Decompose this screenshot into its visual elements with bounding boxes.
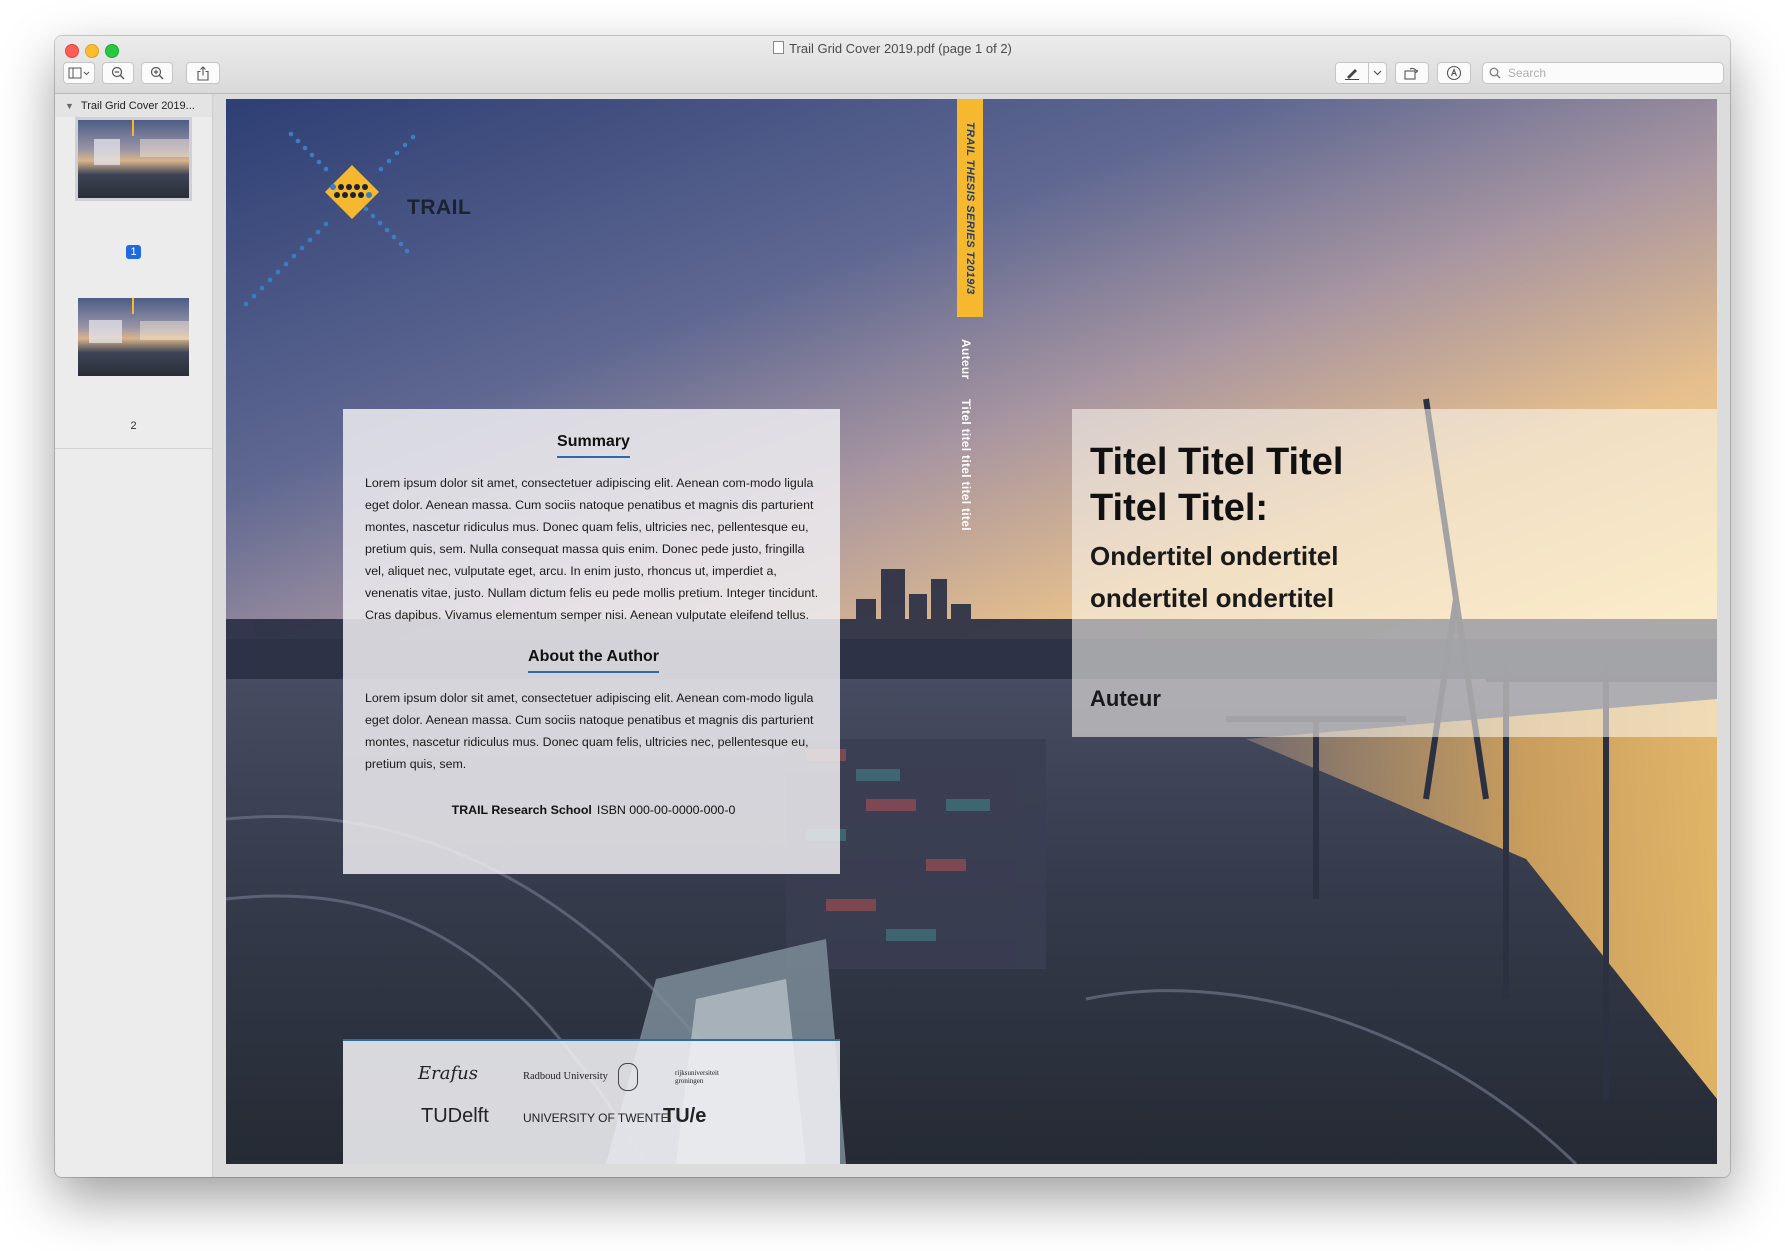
- share-button[interactable]: [186, 62, 220, 84]
- school-name: TRAIL Research School: [451, 803, 592, 817]
- tue-logo: TU/e: [663, 1105, 707, 1127]
- twente-logo: UNIVERSITY OF TWENTE.: [523, 1111, 672, 1125]
- radboud-logo: Radboud University: [523, 1071, 608, 1082]
- page-thumbnail-2[interactable]: [78, 298, 189, 376]
- summary-heading: Summary: [365, 433, 822, 458]
- markup-options-button[interactable]: [1368, 62, 1387, 84]
- colophon: TRAIL Research School ISBN 000-00-0000-00…: [365, 803, 822, 817]
- document-view[interactable]: TRAIL TRAIL THESIS SERIES T2019/3 Auteur…: [213, 94, 1730, 1177]
- radboud-seal-icon: [618, 1063, 638, 1091]
- groningen-logo: rijksuniversiteit groningen: [675, 1069, 719, 1085]
- sidebar-icon: [68, 67, 90, 79]
- search-field[interactable]: [1482, 62, 1724, 84]
- pdf-document-icon: [773, 41, 785, 54]
- trail-logo: [243, 131, 416, 307]
- search-input[interactable]: [1506, 65, 1710, 81]
- spine-series-text: TRAIL THESIS SERIES T2019/3: [964, 121, 976, 295]
- zoom-in-icon: [150, 66, 164, 80]
- front-author: Auteur: [1090, 686, 1161, 711]
- sidebar-toggle-button[interactable]: [63, 62, 95, 84]
- pen-icon: [1345, 69, 1359, 80]
- back-cover-panel: Summary Lorem ipsum dolor sit amet, cons…: [343, 409, 840, 874]
- rotate-button[interactable]: [1395, 62, 1429, 84]
- disclosure-triangle-icon[interactable]: ▼: [65, 101, 74, 111]
- share-icon: [197, 65, 209, 81]
- zoom-in-button[interactable]: [141, 62, 173, 84]
- rotate-icon: [1404, 67, 1419, 80]
- search-icon: [1489, 67, 1501, 79]
- zoom-out-button[interactable]: [102, 62, 134, 84]
- page-number-1-label: 1: [126, 245, 141, 259]
- erasmus-logo: Erafus: [418, 1063, 478, 1084]
- zoom-out-icon: [111, 66, 125, 80]
- page-number-2-label: 2: [130, 420, 137, 432]
- sidebar-divider: [55, 448, 212, 449]
- spine-series-band: TRAIL THESIS SERIES T2019/3: [957, 99, 983, 317]
- markup-toolbar-button[interactable]: [1437, 62, 1471, 84]
- page-thumbnail-1[interactable]: [78, 120, 189, 198]
- window-title-text: Trail Grid Cover 2019.pdf (page 1 of 2): [789, 41, 1012, 56]
- pdf-page-1: TRAIL TRAIL THESIS SERIES T2019/3 Auteur…: [226, 99, 1717, 1164]
- front-subtitle: Ondertitel ondertitel ondertitel onderti…: [1090, 541, 1339, 613]
- front-title: Titel Titel Titel Titel Titel:: [1090, 441, 1344, 529]
- markup-pen-button[interactable]: [1335, 62, 1369, 84]
- window-title: Trail Grid Cover 2019.pdf (page 1 of 2): [55, 41, 1730, 56]
- spine-author: Auteur: [959, 339, 973, 380]
- sidebar-document-name: Trail Grid Cover 2019...: [80, 99, 195, 112]
- preview-window: Trail Grid Cover 2019.pdf (page 1 of 2): [55, 36, 1730, 1177]
- about-author-text: Lorem ipsum dolor sit amet, consectetuer…: [365, 691, 814, 771]
- page-number-2: 2: [55, 420, 212, 432]
- spine-title: Titel titel titel titel titel: [959, 399, 973, 531]
- summary-text: Lorem ipsum dolor sit amet, consectetuer…: [365, 476, 819, 622]
- tudelft-logo: TUDelft: [421, 1105, 489, 1127]
- sidebar-document-header[interactable]: ▼ Trail Grid Cover 2019...: [55, 94, 212, 117]
- trail-logo-text: TRAIL: [407, 196, 472, 219]
- front-cover-panel: Titel Titel Titel Titel Titel: Ondertite…: [1072, 409, 1717, 737]
- markup-circle-icon: [1446, 65, 1462, 81]
- isbn: ISBN 000-00-0000-000-0: [596, 803, 736, 817]
- chevron-down-icon: [1373, 70, 1382, 76]
- about-author-heading: About the Author: [365, 648, 822, 673]
- title-bar: Trail Grid Cover 2019.pdf (page 1 of 2): [55, 36, 1730, 94]
- university-logos-strip: Erafus Radboud University rijksuniversit…: [343, 1039, 840, 1164]
- thumbnail-sidebar: ▼ Trail Grid Cover 2019... 1 2: [55, 94, 213, 1177]
- page-number-1: 1: [55, 245, 212, 259]
